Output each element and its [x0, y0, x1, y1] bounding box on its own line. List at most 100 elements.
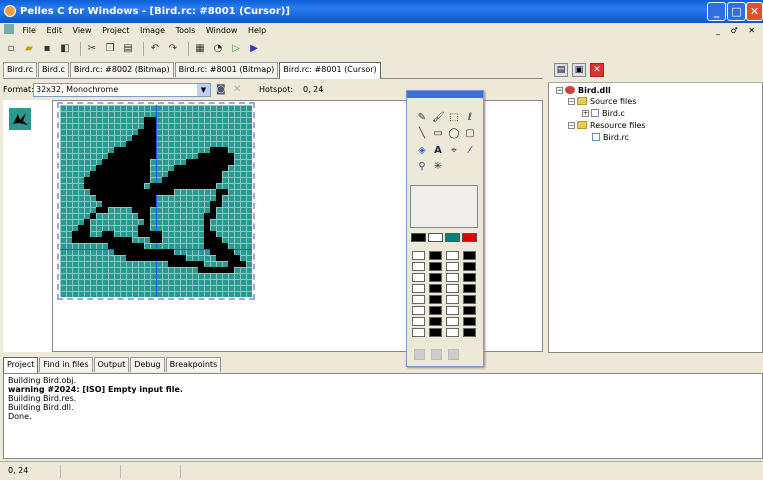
cursor-thumbnail[interactable] [9, 108, 31, 130]
tree-resource-file[interactable]: Bird.rc [592, 133, 629, 143]
menu-project[interactable]: Project [98, 23, 133, 39]
delete-image-icon[interactable]: ✕ [233, 80, 241, 100]
palette-color-cell[interactable] [446, 284, 459, 293]
ellipse-icon[interactable]: ◯ [448, 128, 460, 140]
color-swatch-white[interactable] [428, 233, 443, 242]
color-swatch-black[interactable] [411, 233, 426, 242]
menu-view[interactable]: View [69, 23, 96, 39]
palette-color-cell[interactable] [446, 317, 459, 326]
palette-color-cell[interactable] [429, 262, 442, 271]
menu-tools[interactable]: Tools [172, 23, 200, 39]
color-swatch-teal[interactable] [445, 233, 460, 242]
palette-color-cell[interactable] [429, 284, 442, 293]
rounded-rect-icon[interactable]: ▢ [464, 128, 476, 140]
output-pane[interactable]: Building Bird.obj. warning #2024: [ISO] … [3, 373, 763, 459]
build-icon[interactable]: ▦ [193, 42, 207, 56]
palette-title-bar[interactable] [407, 91, 483, 98]
collapse-icon[interactable]: − [568, 122, 575, 129]
new-file-icon[interactable]: ▫ [4, 42, 18, 56]
menu-help[interactable]: Help [244, 23, 270, 39]
fill-bucket-icon[interactable]: ◈ [416, 145, 428, 157]
palette-color-cell[interactable] [446, 306, 459, 315]
tree-source-folder[interactable]: − Source files [568, 97, 636, 107]
menu-edit[interactable]: Edit [42, 23, 66, 39]
palette-color-cell[interactable] [463, 251, 476, 260]
collapse-icon[interactable]: − [556, 87, 563, 94]
tab-find-in-files[interactable]: Find in files [39, 357, 93, 372]
color-swatch-red[interactable] [462, 233, 477, 242]
palette-color-cell[interactable] [429, 295, 442, 304]
palette-color-cell[interactable] [446, 295, 459, 304]
run-icon[interactable]: ▷ [229, 42, 243, 56]
rectangle-icon[interactable]: ▭ [432, 128, 444, 140]
tab-project[interactable]: Project [3, 357, 39, 374]
undo-icon[interactable]: ↶ [148, 42, 162, 56]
palette-color-cell[interactable] [429, 251, 442, 260]
compile-icon[interactable]: ◔ [211, 42, 225, 56]
collapse-icon[interactable]: − [568, 98, 575, 105]
palette-color-cell[interactable] [412, 251, 425, 260]
properties-icon[interactable]: ▣ [572, 63, 586, 77]
palette-color-cell[interactable] [412, 328, 425, 337]
expand-icon[interactable]: + [582, 110, 589, 117]
palette-color-cell[interactable] [446, 273, 459, 282]
tree-root[interactable]: − Bird.dll [556, 86, 611, 96]
tab-breakpoints[interactable]: Breakpoints [165, 357, 222, 372]
pixel-grid[interactable] [57, 102, 255, 300]
debug-icon[interactable]: ▶ [247, 42, 261, 56]
tab-output[interactable]: Output [93, 357, 130, 372]
save-icon[interactable]: ▪ [40, 42, 54, 56]
palette-color-cell[interactable] [412, 262, 425, 271]
palette-color-cell[interactable] [412, 317, 425, 326]
menu-window[interactable]: Window [202, 23, 242, 39]
palette-color-cell[interactable] [429, 273, 442, 282]
color-picker-icon[interactable]: ⌖ [448, 145, 460, 157]
maximize-button[interactable]: □ [727, 2, 746, 21]
lasso-icon[interactable]: ℓ [464, 112, 476, 124]
chevron-down-icon[interactable]: ▼ [197, 84, 210, 96]
palette-color-cell[interactable] [463, 306, 476, 315]
palette-color-cell[interactable] [463, 262, 476, 271]
palette-color-cell[interactable] [429, 306, 442, 315]
new-project-file-icon[interactable]: ▤ [554, 63, 568, 77]
menu-file[interactable]: File [19, 23, 40, 39]
palette-color-cell[interactable] [446, 328, 459, 337]
palette-color-cell[interactable] [463, 284, 476, 293]
tab-bird-rc[interactable]: Bird.rc [3, 62, 37, 77]
minimize-button[interactable]: _ [707, 2, 726, 21]
palette-color-cell[interactable] [463, 273, 476, 282]
save-all-icon[interactable]: ◧ [58, 42, 72, 56]
pencil-icon[interactable]: ✎ [416, 112, 428, 124]
menu-image[interactable]: Image [136, 23, 169, 39]
hotspot-tool-icon[interactable]: ✳ [432, 161, 444, 173]
palette-color-cell[interactable] [429, 317, 442, 326]
format-select[interactable]: 32x32, Monochrome ▼ [33, 83, 211, 97]
copy-icon[interactable]: ❐ [103, 42, 117, 56]
palette-color-cell[interactable] [446, 251, 459, 260]
tab-cursor-8001[interactable]: Bird.rc: #8001 (Cursor) [279, 62, 381, 79]
palette-color-cell[interactable] [463, 317, 476, 326]
tree-source-file[interactable]: + Bird.c [582, 109, 625, 119]
cut-icon[interactable]: ✂ [85, 42, 99, 56]
palette-color-cell[interactable] [463, 328, 476, 337]
brush-icon[interactable]: 🖌 [432, 112, 445, 124]
palette-color-cell[interactable] [412, 273, 425, 282]
tab-bird-c[interactable]: Bird.c [38, 62, 69, 77]
text-icon[interactable]: A [432, 145, 444, 157]
airbrush-icon[interactable]: ⁄ [464, 145, 476, 157]
device-image-icon[interactable]: ◙ [216, 80, 226, 100]
palette-color-cell[interactable] [412, 284, 425, 293]
line-icon[interactable]: ╲ [416, 128, 428, 140]
redo-icon[interactable]: ↷ [166, 42, 180, 56]
paste-icon[interactable]: ▤ [121, 42, 135, 56]
select-rect-icon[interactable]: ⬚ [448, 112, 460, 124]
close-button[interactable]: ✕ [746, 2, 763, 21]
zoom-icon[interactable]: ⚲ [416, 161, 428, 173]
palette-color-cell[interactable] [412, 306, 425, 315]
palette-color-cell[interactable] [429, 328, 442, 337]
tab-bitmap-8001[interactable]: Bird.rc: #8001 (Bitmap) [174, 62, 279, 77]
palette-color-cell[interactable] [446, 262, 459, 271]
remove-icon[interactable]: ✕ [590, 63, 604, 77]
open-folder-icon[interactable]: ▰ [22, 42, 36, 56]
document-icon[interactable] [4, 24, 14, 34]
